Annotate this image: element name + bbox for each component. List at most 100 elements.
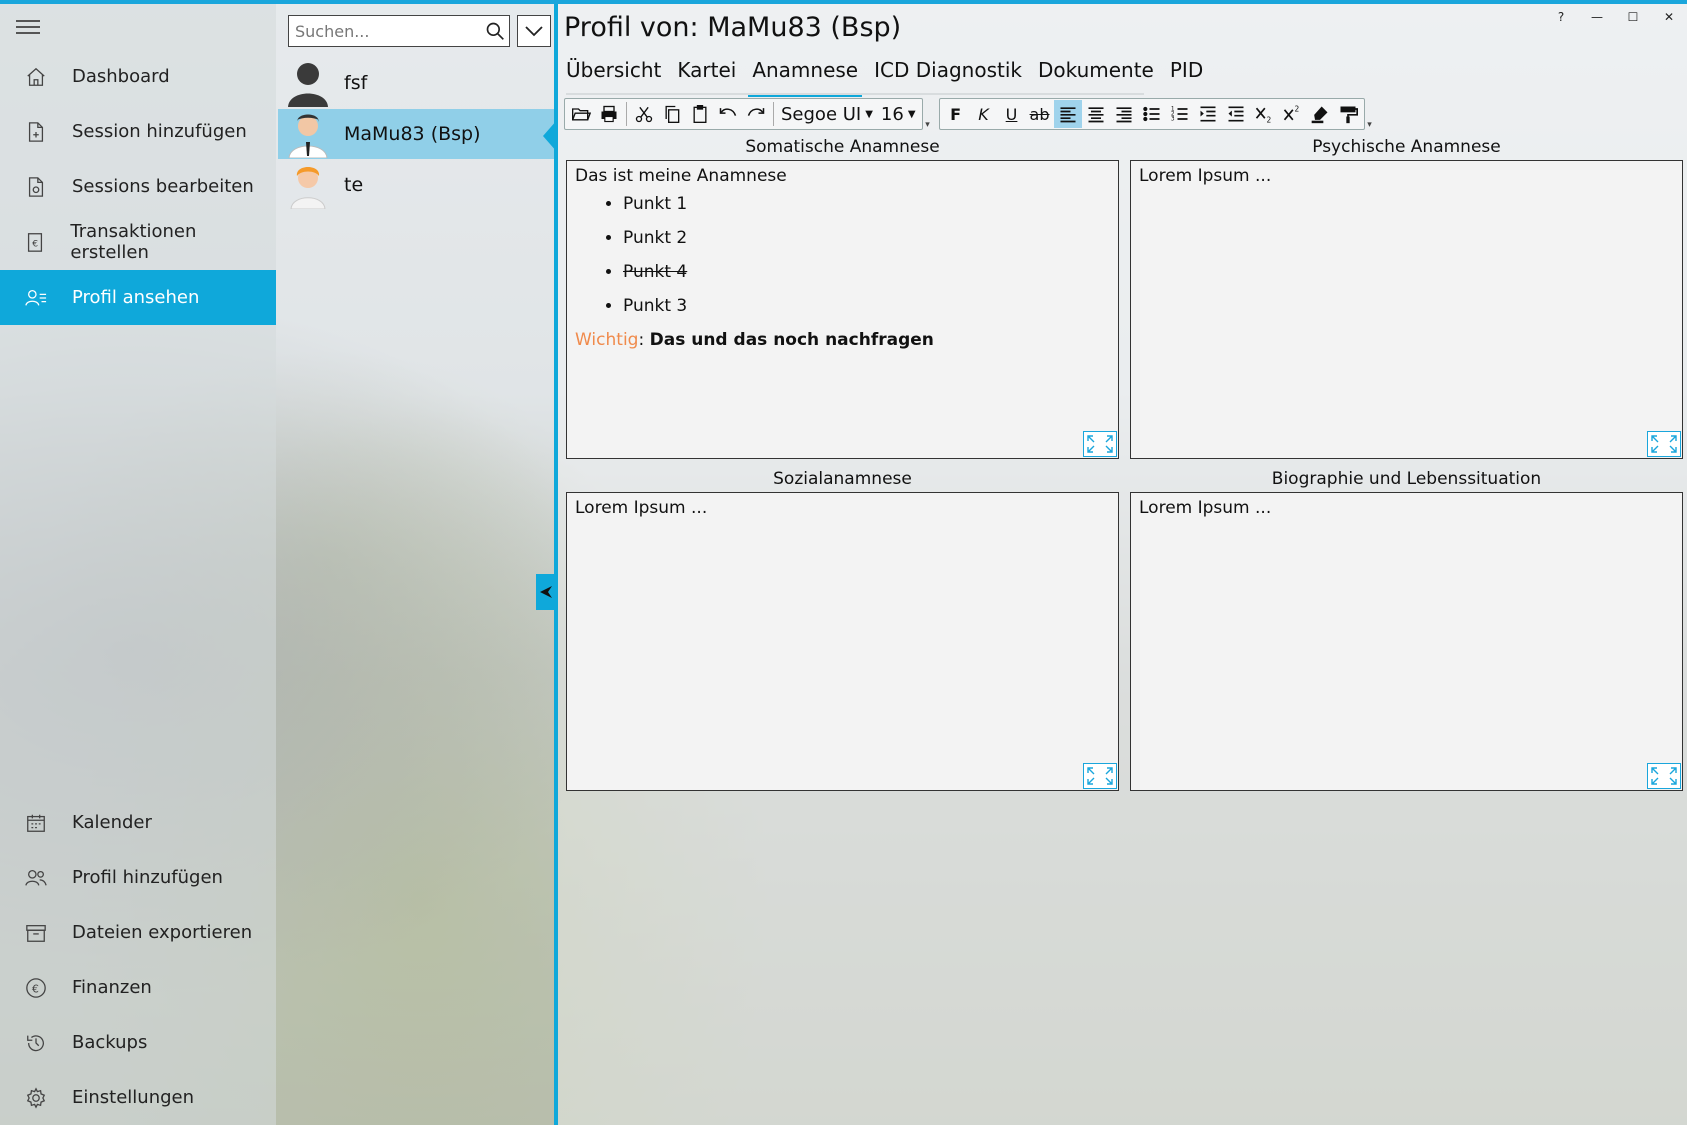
- indent-increase-icon[interactable]: [1194, 100, 1222, 128]
- tab-kartei[interactable]: Kartei: [677, 58, 736, 94]
- nav-label: Sessions bearbeiten: [72, 176, 254, 197]
- help-button[interactable]: ?: [1543, 6, 1579, 28]
- nav-label: Session hinzufügen: [72, 121, 247, 142]
- expand-icon[interactable]: [1083, 431, 1117, 457]
- superscript-icon[interactable]: 2: [1278, 100, 1306, 128]
- strikethrough-button[interactable]: ab: [1026, 100, 1054, 128]
- expand-icon[interactable]: [1083, 763, 1117, 789]
- list-item-struck: Punkt 4: [623, 261, 1110, 283]
- nav-session-edit[interactable]: Sessions bearbeiten: [0, 159, 276, 214]
- expand-icon[interactable]: [1647, 763, 1681, 789]
- paste-icon[interactable]: [686, 100, 714, 128]
- search-input[interactable]: Suchen...: [289, 22, 481, 41]
- patient-item-selected[interactable]: MaMu83 (Bsp): [278, 109, 556, 159]
- print-icon[interactable]: [595, 100, 623, 128]
- nav-backups[interactable]: Backups: [0, 1015, 276, 1070]
- home-icon: [0, 66, 72, 88]
- toolbar-separator: [773, 102, 774, 126]
- patient-name: MaMu83 (Bsp): [344, 123, 481, 145]
- avatar-man-tie-icon: [278, 110, 338, 158]
- psychic-anamnesis-editor[interactable]: Lorem Ipsum ...: [1130, 160, 1683, 459]
- navigation-sidebar: Dashboard Session hinzufügen Sessions be…: [0, 0, 276, 1125]
- numbered-list-icon[interactable]: 123: [1166, 100, 1194, 128]
- close-button[interactable]: ✕: [1651, 6, 1687, 28]
- euro-circle-icon: €: [0, 977, 72, 999]
- expand-icon[interactable]: [1647, 431, 1681, 457]
- patient-item[interactable]: fsf: [278, 58, 556, 108]
- bold-button[interactable]: F: [942, 100, 970, 128]
- italic-button[interactable]: K: [970, 100, 998, 128]
- important-label: Wichtig: [575, 330, 639, 350]
- subscript-icon[interactable]: 2: [1250, 100, 1278, 128]
- svg-text:2: 2: [1266, 115, 1271, 124]
- patient-item[interactable]: te: [278, 160, 556, 210]
- biography-editor[interactable]: Lorem Ipsum ...: [1130, 492, 1683, 791]
- nav-profile-view[interactable]: Profil ansehen: [0, 270, 276, 325]
- tab-pid[interactable]: PID: [1170, 58, 1203, 94]
- nav-finances[interactable]: € Finanzen: [0, 960, 276, 1015]
- minimize-button[interactable]: —: [1579, 6, 1615, 28]
- align-center-icon[interactable]: [1082, 100, 1110, 128]
- important-separator: :: [638, 330, 645, 350]
- psychic-anamnesis-label: Psychische Anamnese: [1312, 137, 1501, 157]
- tab-icd-diagnostik[interactable]: ICD Diagnostik: [874, 58, 1022, 94]
- bullet-list-icon[interactable]: [1138, 100, 1166, 128]
- open-folder-icon[interactable]: [567, 100, 595, 128]
- search-icon[interactable]: [481, 21, 509, 41]
- toolbar-overflow-icon[interactable]: ▾: [923, 98, 933, 130]
- biography-label: Biographie und Lebenssituation: [1271, 469, 1542, 489]
- avatar-silhouette-icon: [278, 59, 338, 107]
- profile-tabs: Übersicht Kartei Anamnese ICD Diagnostik…: [566, 58, 1219, 97]
- document-add-icon: [0, 121, 72, 143]
- cut-icon[interactable]: [630, 100, 658, 128]
- maximize-button[interactable]: ☐: [1615, 6, 1651, 28]
- tab-anamnese[interactable]: Anamnese: [748, 58, 862, 97]
- euro-document-icon: €: [0, 231, 70, 253]
- filter-dropdown-button[interactable]: [517, 15, 551, 47]
- archive-icon: [0, 922, 72, 944]
- nav-settings[interactable]: Einstellungen: [0, 1070, 276, 1125]
- window-controls: ? — ☐ ✕: [1543, 6, 1687, 28]
- toolbar-group-format: F K U ab 123 2 2: [938, 98, 1365, 130]
- nav-calendar[interactable]: Kalender: [0, 795, 276, 850]
- align-left-icon[interactable]: [1053, 100, 1082, 128]
- caret-down-icon: ▼: [907, 108, 916, 120]
- toolbar-overflow-icon[interactable]: ▾: [1365, 98, 1375, 130]
- editor-paragraph: Das ist meine Anamnese: [575, 166, 787, 186]
- page-title: Profil von: MaMu83 (Bsp): [564, 12, 902, 43]
- editor-paragraph: Lorem Ipsum ...: [575, 498, 708, 518]
- undo-icon[interactable]: [714, 100, 742, 128]
- indent-decrease-icon[interactable]: [1222, 100, 1250, 128]
- toolbar-group-edit: Segoe UI ▼ 16 ▼: [564, 98, 923, 130]
- nav-profile-add[interactable]: Profil hinzufügen: [0, 850, 276, 905]
- somatic-anamnesis-editor[interactable]: Das ist meine Anamnese Punkt 1 Punkt 2 P…: [566, 160, 1119, 459]
- svg-text:€: €: [32, 238, 38, 249]
- collapse-pane-button[interactable]: [536, 574, 556, 610]
- format-painter-icon[interactable]: [1334, 100, 1362, 128]
- font-family-value: Segoe UI: [781, 103, 862, 125]
- underline-button[interactable]: U: [998, 100, 1026, 128]
- patient-search-box[interactable]: Suchen...: [288, 15, 510, 47]
- nav-transactions[interactable]: € Transaktionen erstellen: [0, 214, 276, 269]
- patient-name: fsf: [344, 72, 368, 94]
- tab-dokumente[interactable]: Dokumente: [1038, 58, 1154, 94]
- history-icon: [0, 1032, 72, 1054]
- tab-uebersicht[interactable]: Übersicht: [566, 58, 661, 94]
- list-item: Punkt 3: [623, 295, 1110, 317]
- social-anamnesis-editor[interactable]: Lorem Ipsum ...: [566, 492, 1119, 791]
- font-family-select[interactable]: Segoe UI ▼: [777, 100, 877, 128]
- somatic-anamnesis-label: Somatische Anamnese: [745, 137, 940, 157]
- nav-export-files[interactable]: Dateien exportieren: [0, 905, 276, 960]
- copy-icon[interactable]: [658, 100, 686, 128]
- highlighter-icon[interactable]: [1306, 100, 1334, 128]
- profile-list-icon: [0, 287, 72, 309]
- nav-session-add[interactable]: Session hinzufügen: [0, 104, 276, 159]
- arrow-left-icon: [540, 586, 552, 598]
- calendar-icon: [0, 812, 72, 834]
- align-right-icon[interactable]: [1110, 100, 1138, 128]
- important-text: Das und das noch nachfragen: [649, 330, 934, 350]
- nav-dashboard[interactable]: Dashboard: [0, 49, 276, 104]
- redo-icon[interactable]: [742, 100, 770, 128]
- hamburger-menu-icon[interactable]: [16, 16, 40, 38]
- font-size-select[interactable]: 16 ▼: [877, 100, 920, 128]
